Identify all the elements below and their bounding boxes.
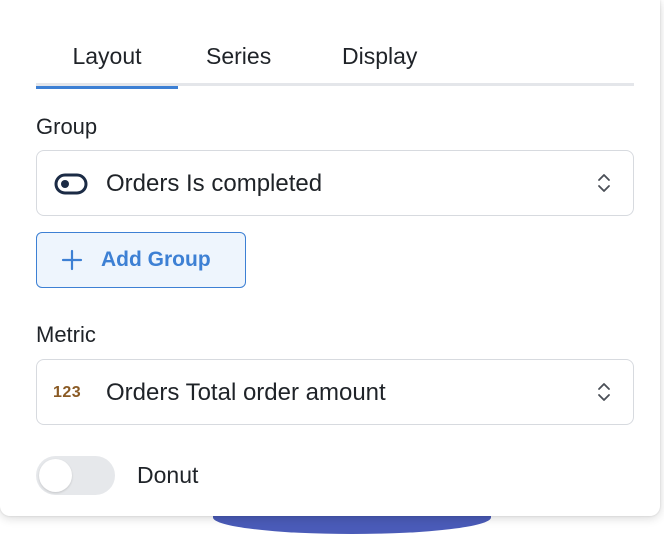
- chart-config-panel: Layout Series Display Group Orders Is co…: [0, 0, 660, 516]
- chevron-updown-icon: [598, 383, 610, 401]
- group-select[interactable]: Orders Is completed: [36, 150, 634, 216]
- group-section-label: Group: [36, 114, 98, 139]
- tab-layout[interactable]: Layout: [36, 36, 178, 89]
- metric-section-label: Metric: [36, 322, 96, 347]
- add-group-label: Add Group: [101, 248, 211, 271]
- plus-icon: [61, 249, 83, 271]
- tab-bar: Layout Series Display: [36, 36, 634, 89]
- number-type-icon: 123: [53, 384, 82, 401]
- donut-toggle-label: Donut: [137, 462, 199, 488]
- group-select-value: Orders Is completed: [106, 170, 323, 197]
- donut-chart-edge: [213, 514, 491, 534]
- toggle-knob: [39, 459, 72, 492]
- add-group-button[interactable]: Add Group: [36, 232, 246, 288]
- metric-select[interactable]: 123 Orders Total order amount: [36, 359, 634, 425]
- metric-select-value: Orders Total order amount: [106, 379, 386, 406]
- tab-series[interactable]: Series: [206, 36, 271, 86]
- toggle-icon: [54, 173, 88, 195]
- chevron-updown-icon: [598, 174, 610, 192]
- donut-toggle[interactable]: [36, 456, 115, 495]
- tab-display[interactable]: Display: [342, 36, 417, 86]
